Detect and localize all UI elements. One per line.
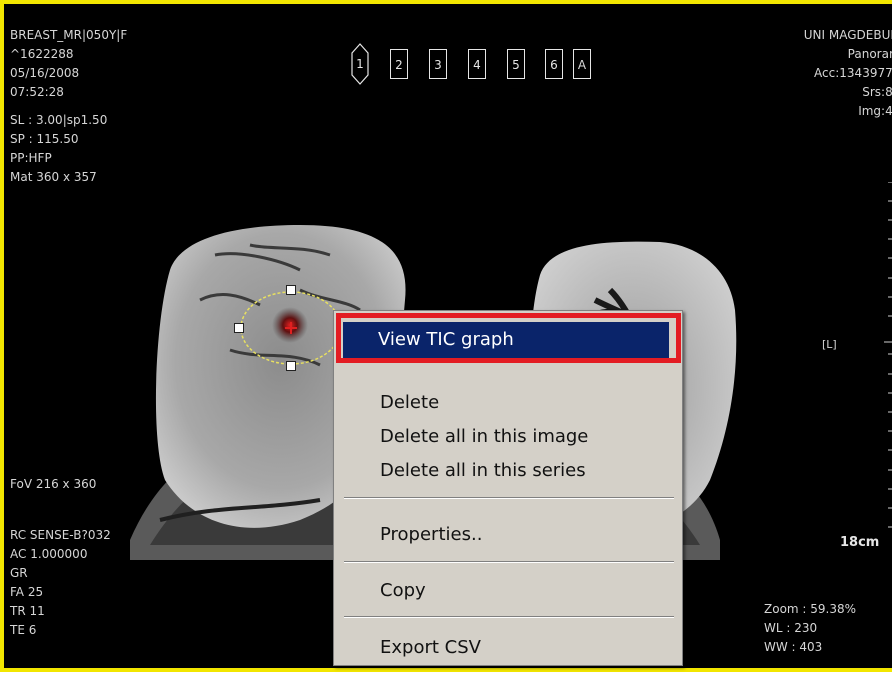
roi-context-menu: View TIC graph Delete Delete all in this… xyxy=(333,310,683,666)
modality-model: Panorama xyxy=(847,47,892,61)
roi-ellipse[interactable] xyxy=(234,285,348,371)
study-date: 05/16/2008 xyxy=(10,66,80,80)
acq-rc: RC SENSE-B?032 xyxy=(10,528,111,542)
acq-ac: AC 1.000000 xyxy=(10,547,88,561)
layout-tab-3[interactable]: 3 xyxy=(429,49,447,79)
image-number: Img:463 xyxy=(858,104,892,118)
matrix-size: Mat 360 x 357 xyxy=(10,170,97,184)
menu-item-export-csv[interactable]: Export CSV xyxy=(334,632,682,664)
zoom-level: Zoom : 59.38% xyxy=(764,602,857,616)
acq-te: TE 6 xyxy=(10,623,37,637)
layout-tab-2[interactable]: 2 xyxy=(390,49,408,79)
roi-handle-top[interactable] xyxy=(286,285,296,295)
acq-gr: GR xyxy=(10,566,28,580)
layout-tab-1[interactable]: 1 xyxy=(351,43,369,85)
display-overlay: Zoom : 59.38% WL : 230 WW : 403 xyxy=(764,600,856,657)
acquisition-overlay: RC SENSE-B?032 AC 1.000000 GR FA 25 TR 1… xyxy=(10,526,111,640)
highlight-box xyxy=(336,313,681,363)
layout-tab-a[interactable]: A xyxy=(573,49,591,79)
menu-item-delete-all-image[interactable]: Delete all in this image xyxy=(334,421,682,453)
layout-tab-6[interactable]: 6 xyxy=(545,49,563,79)
menu-separator xyxy=(344,616,674,618)
acq-tr: TR 11 xyxy=(10,604,45,618)
institution: UNI MAGDEBURG xyxy=(803,28,892,42)
menu-separator xyxy=(344,497,674,499)
patient-position: PP:HFP xyxy=(10,151,52,165)
menu-item-delete[interactable]: Delete xyxy=(334,387,682,419)
patient-id: ^1622288 xyxy=(10,47,74,61)
menu-item-properties[interactable]: Properties.. xyxy=(334,519,682,551)
roi-handle-left[interactable] xyxy=(234,323,244,333)
slice-position: SP : 115.50 xyxy=(10,132,79,146)
menu-item-copy[interactable]: Copy xyxy=(334,575,682,607)
scale-label: 18cm xyxy=(840,535,880,550)
series-number: Srs:801 xyxy=(862,85,892,99)
patient-name: BREAST_MR|050Y|F xyxy=(10,28,128,42)
orientation-marker: [L] xyxy=(822,338,837,351)
institution-overlay: UNI MAGDEBURG Panorama Acc:134397794 Srs… xyxy=(804,26,892,121)
window-level: WL : 230 xyxy=(764,621,818,635)
menu-item-delete-all-series[interactable]: Delete all in this series xyxy=(334,455,682,487)
window-width: WW : 403 xyxy=(764,640,823,654)
layout-tab-5[interactable]: 5 xyxy=(507,49,525,79)
roi-handle-bottom[interactable] xyxy=(286,361,296,371)
accession-number: Acc:134397794 xyxy=(814,66,892,80)
fov-label: FoV 216 x 360 xyxy=(10,477,97,491)
scale-ruler xyxy=(884,182,892,528)
study-time: 07:52:28 xyxy=(10,85,64,99)
slice-thickness: SL : 3.00|sp1.50 xyxy=(10,113,108,127)
patient-info-overlay: BREAST_MR|050Y|F ^1622288 05/16/2008 07:… xyxy=(10,26,127,187)
layout-tab-4[interactable]: 4 xyxy=(468,49,486,79)
menu-separator xyxy=(344,561,674,563)
acq-fa: FA 25 xyxy=(10,585,44,599)
